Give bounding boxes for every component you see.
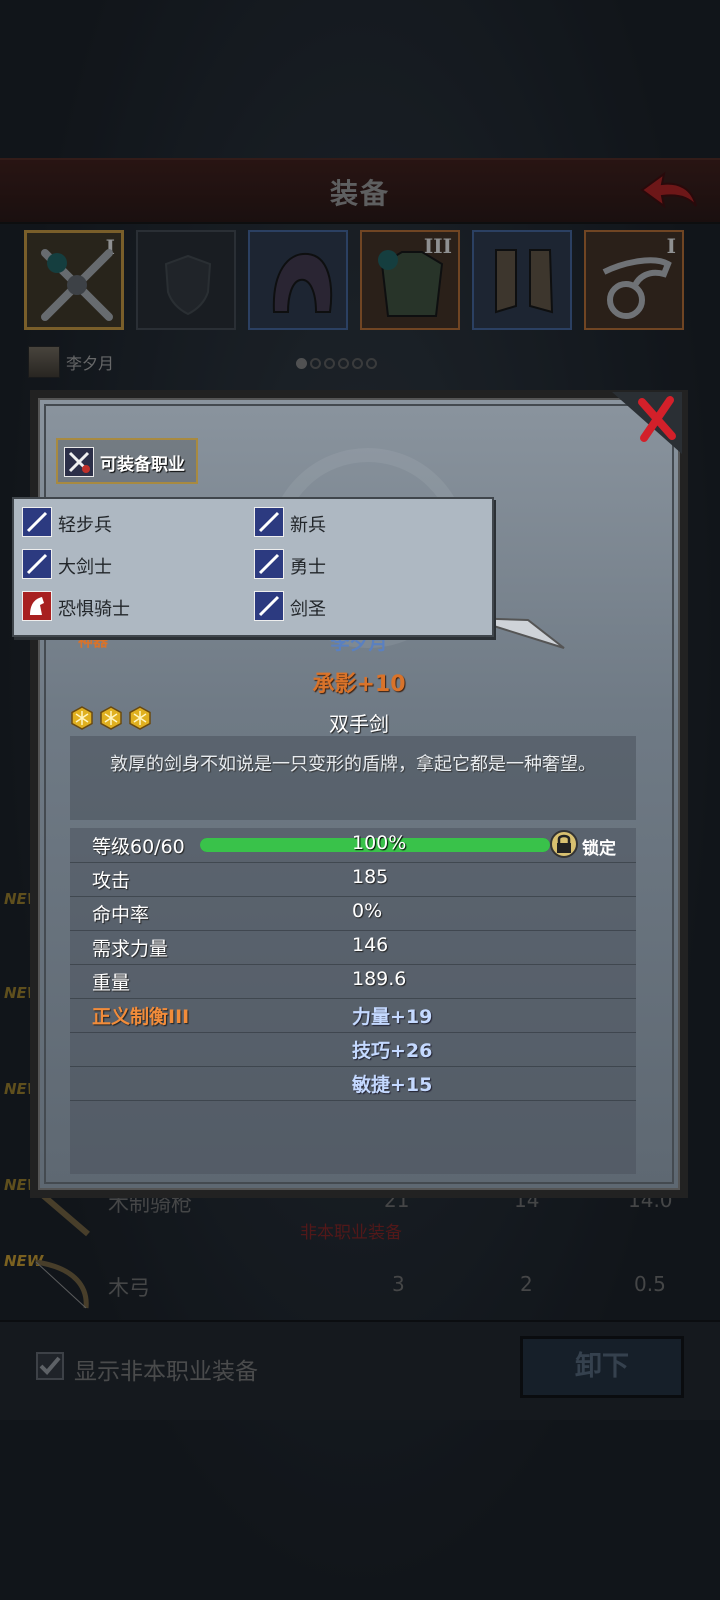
sword-class-icon bbox=[254, 507, 284, 537]
stat-value: 146 bbox=[352, 934, 389, 956]
stat-row: 需求力量 146 bbox=[70, 930, 636, 965]
stat-value: 185 bbox=[352, 866, 389, 888]
sword-class-icon bbox=[22, 549, 52, 579]
lock-icon[interactable] bbox=[550, 830, 578, 858]
set-bonus-row: 技巧+26 bbox=[70, 1032, 636, 1067]
class-item: 轻步兵 bbox=[22, 505, 242, 539]
set-bonus-row: 正义制衡III 力量+19 bbox=[70, 998, 636, 1033]
class-item: 大剑士 bbox=[22, 547, 242, 581]
horse-class-icon bbox=[22, 591, 52, 621]
stat-label: 需求力量 bbox=[92, 938, 169, 960]
stat-row: 攻击 185 bbox=[70, 862, 636, 897]
class-item: 勇士 bbox=[254, 547, 474, 581]
class-item: 新兵 bbox=[254, 505, 474, 539]
class-label: 大剑士 bbox=[58, 557, 112, 578]
set-bonus-value: 敏捷+15 bbox=[352, 1074, 433, 1096]
equippable-class-popup: 轻步兵 新兵 大剑士 勇士 恐惧骑士 剑圣 bbox=[12, 497, 494, 637]
stat-value: 0% bbox=[352, 900, 383, 922]
class-label: 勇士 bbox=[290, 557, 326, 578]
lock-label[interactable]: 锁定 bbox=[582, 834, 616, 859]
sword-class-icon bbox=[254, 549, 284, 579]
stat-row: 命中率 0% bbox=[70, 896, 636, 931]
stat-label: 攻击 bbox=[92, 870, 131, 892]
stat-value: 189.6 bbox=[352, 968, 407, 990]
class-item: 恐惧骑士 bbox=[22, 589, 242, 623]
stat-label: 命中率 bbox=[92, 904, 150, 926]
level-percent: 100% bbox=[352, 832, 407, 854]
level-label: 等级60/60 bbox=[92, 836, 185, 858]
equippable-class-label: 可装备职业 bbox=[100, 455, 185, 475]
class-label: 恐惧骑士 bbox=[58, 599, 130, 620]
class-label: 轻步兵 bbox=[58, 515, 112, 536]
set-bonus-row: 敏捷+15 bbox=[70, 1066, 636, 1101]
weapon-type: 双手剑 bbox=[329, 712, 389, 736]
item-description: 敦厚的剑身不如说是一只变形的盾牌，拿起它都是一种奢望。 bbox=[70, 736, 636, 820]
close-icon[interactable] bbox=[612, 392, 682, 454]
equippable-class-button[interactable]: 可装备职业 bbox=[56, 438, 198, 484]
stat-label: 重量 bbox=[92, 972, 131, 994]
set-bonus-value: 力量+19 bbox=[352, 1006, 433, 1028]
level-row: 等级60/60 100% 锁定 bbox=[70, 828, 636, 863]
class-label: 新兵 bbox=[290, 515, 326, 536]
stats-table: 等级60/60 100% 锁定 攻击 185 命中率 0% 需求力量 146 重… bbox=[70, 828, 636, 1174]
sword-class-icon bbox=[254, 591, 284, 621]
set-bonus-value: 技巧+26 bbox=[352, 1040, 433, 1062]
class-item: 剑圣 bbox=[254, 589, 474, 623]
sword-class-icon bbox=[22, 507, 52, 537]
set-bonus-name: 正义制衡III bbox=[92, 1006, 190, 1028]
class-label: 剑圣 bbox=[290, 599, 326, 620]
crossed-weapons-icon bbox=[64, 447, 94, 477]
item-name-enhancement: 承影+10 bbox=[312, 672, 406, 697]
stat-row: 重量 189.6 bbox=[70, 964, 636, 999]
